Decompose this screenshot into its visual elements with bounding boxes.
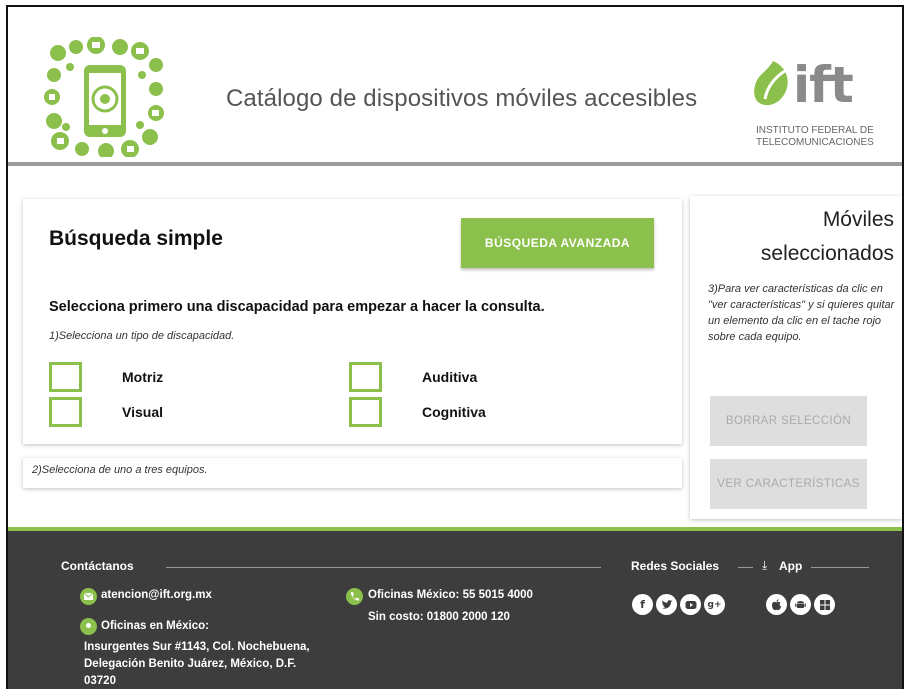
social-heading: Redes Sociales: [631, 559, 720, 573]
selected-title-line1: Móviles: [822, 208, 894, 231]
address-line1: Insurgentes Sur #1143, Col. Nochebuena,: [84, 641, 310, 653]
toll-free-phone: Sin costo: 01800 2000 120: [368, 611, 510, 623]
view-features-button[interactable]: VER CARACTERÍSTICAS: [710, 459, 867, 509]
step1-hint: 1)Selecciona un tipo de discapacidad.: [49, 330, 235, 342]
step3-hint: 3)Para ver características da clic en "v…: [708, 283, 895, 343]
ift-subtitle-line1: INSTITUTO FEDERAL DE: [756, 125, 874, 136]
device-selection-panel: 2)Selecciona de uno a tres equipos.: [23, 458, 682, 488]
page-title: Catálogo de dispositivos móviles accesib…: [226, 85, 698, 112]
cognitiva-label: Cognitiva: [422, 404, 486, 420]
selected-devices-panel: Móviles seleccionados 3)Para ver caracte…: [690, 196, 902, 519]
address-line2: Delegación Benito Juárez, México, D.F.: [84, 658, 297, 670]
offices-label: Oficinas en México:: [101, 620, 210, 632]
auditiva-label: Auditiva: [422, 369, 478, 385]
option-cognitiva[interactable]: Cognitiva: [349, 397, 486, 427]
option-motriz[interactable]: Motriz: [49, 362, 163, 392]
social-heading-rule: [738, 567, 753, 568]
simple-search-title: Búsqueda simple: [49, 227, 223, 250]
download-icon: ⤓: [762, 558, 768, 572]
auditiva-checkbox[interactable]: [349, 362, 382, 392]
mail-icon: [80, 588, 97, 605]
selected-title-line2: seleccionados: [760, 242, 894, 265]
motriz-label: Motriz: [122, 369, 164, 385]
simple-search-panel: Búsqueda simple BÚSQUEDA AVANZADA Selecc…: [23, 199, 682, 444]
clear-selection-button[interactable]: BORRAR SELECCIÓN: [710, 396, 867, 446]
step2-hint: 2)Selecciona de uno a tres equipos.: [32, 464, 208, 476]
advanced-search-button[interactable]: BÚSQUEDA AVANZADA: [461, 218, 654, 268]
option-visual[interactable]: Visual: [49, 397, 163, 427]
address-line3: 03720: [84, 675, 116, 687]
phone-icon: [346, 588, 363, 605]
header-divider: [8, 162, 902, 166]
contact-heading: Contáctanos: [61, 559, 134, 573]
motriz-checkbox[interactable]: [49, 362, 82, 392]
apple-icon[interactable]: [766, 594, 787, 615]
ift-wordmark: ift: [793, 56, 854, 114]
location-pin-icon: [80, 618, 97, 635]
windows-icon[interactable]: [814, 594, 835, 615]
accessibility-devices-logo: [44, 37, 164, 157]
youtube-icon[interactable]: [680, 594, 701, 615]
option-auditiva[interactable]: Auditiva: [349, 362, 477, 392]
contact-heading-rule: [166, 567, 601, 568]
twitter-icon[interactable]: [656, 594, 677, 615]
android-icon[interactable]: [790, 594, 811, 615]
ift-leaf-icon: [754, 61, 788, 106]
app-heading: App: [779, 559, 803, 573]
visual-label: Visual: [122, 404, 163, 420]
search-instruction: Selecciona primero una discapacidad para…: [49, 299, 545, 315]
app-heading-rule: [811, 567, 869, 568]
ift-logo: ift INSTITUTO FEDERAL DE TELECOMUNICACIO…: [753, 55, 883, 150]
footer: Contáctanos atencion@ift.org.mx Oficinas…: [8, 527, 902, 689]
visual-checkbox[interactable]: [49, 397, 82, 427]
cognitiva-checkbox[interactable]: [349, 397, 382, 427]
contact-email-link[interactable]: atencion@ift.org.mx: [101, 587, 212, 604]
facebook-icon[interactable]: f: [632, 594, 653, 615]
ift-subtitle-line2: TELECOMUNICACIONES: [756, 137, 874, 148]
office-phone: Oficinas México: 55 5015 4000: [368, 589, 533, 601]
header: Catálogo de dispositivos móviles accesib…: [8, 7, 902, 162]
page-frame: Catálogo de dispositivos móviles accesib…: [6, 5, 904, 689]
google-plus-icon[interactable]: g+: [704, 594, 725, 615]
